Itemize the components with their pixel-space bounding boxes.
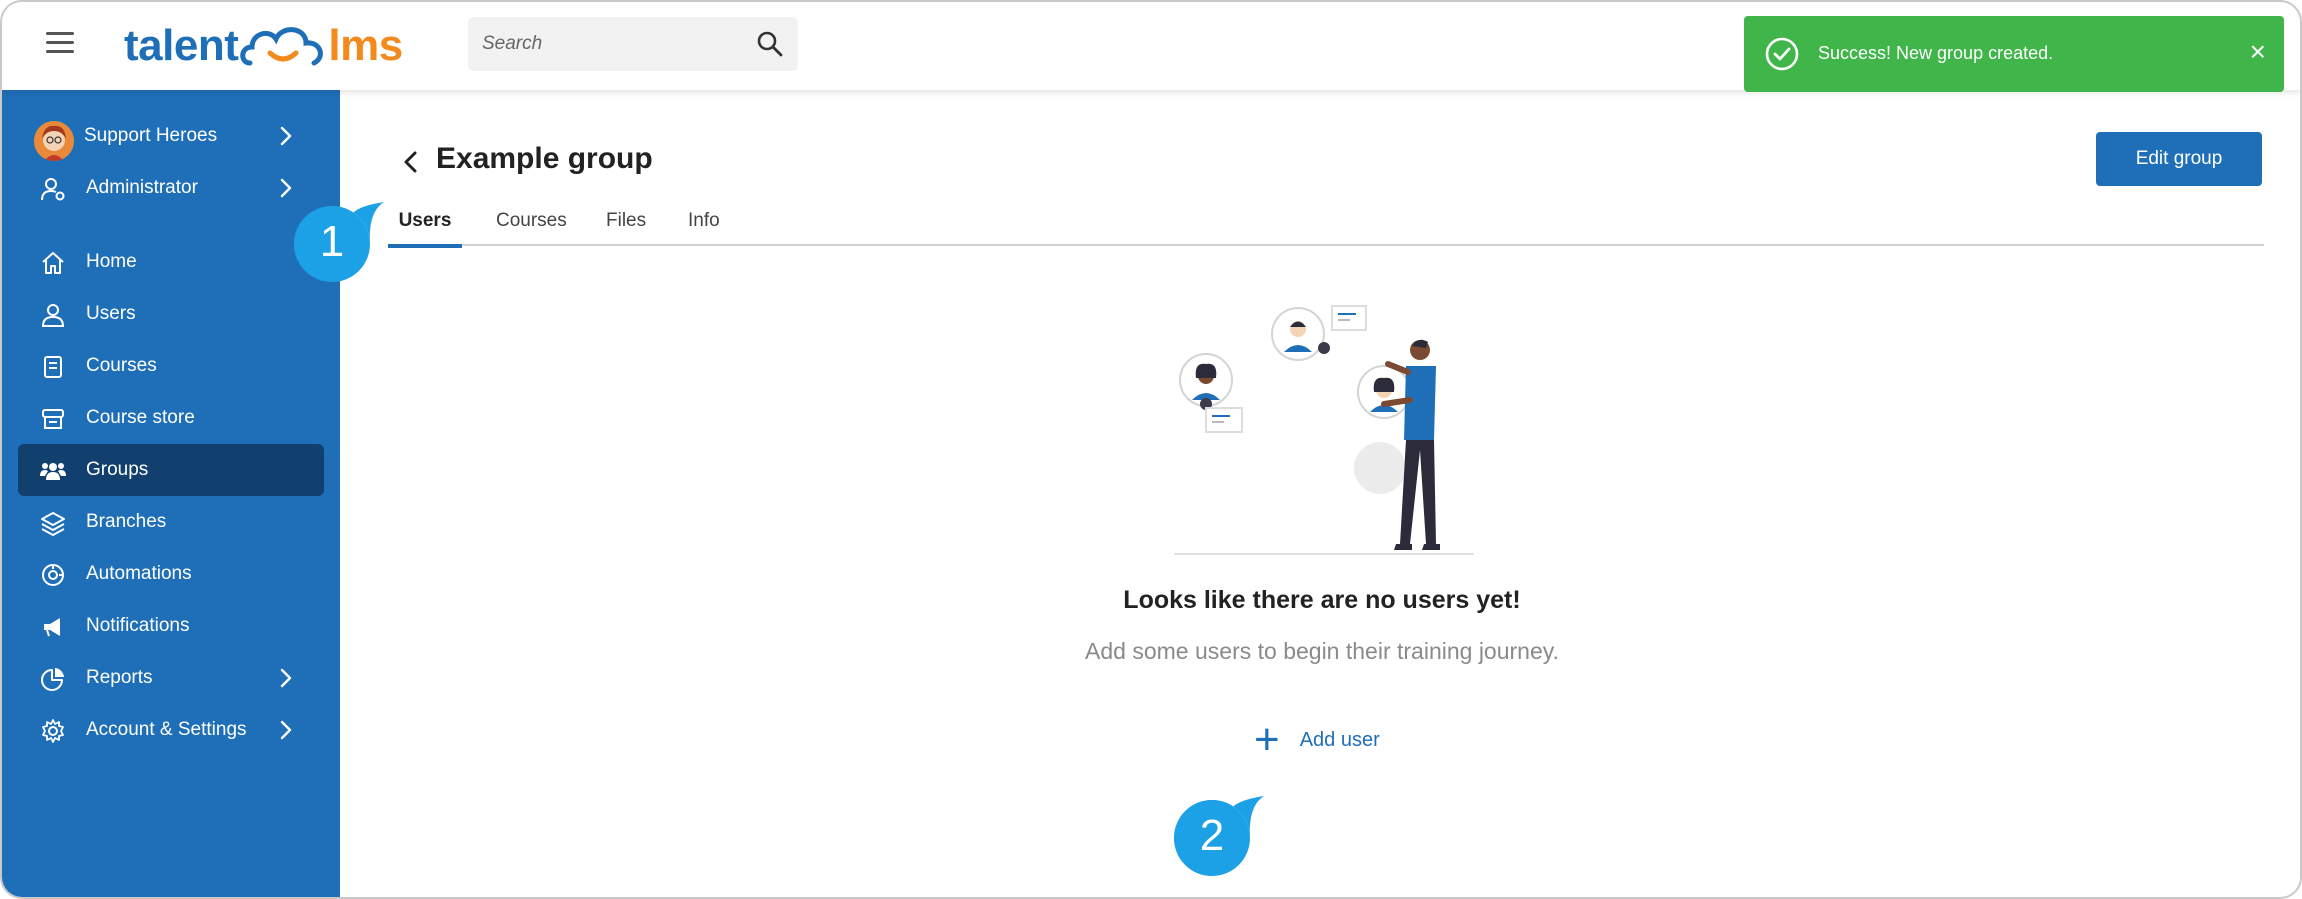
sidebar-item-home[interactable]: Home xyxy=(18,236,324,288)
search-icon[interactable] xyxy=(756,30,784,58)
cloud-smile-icon xyxy=(240,27,324,66)
toast-close-icon[interactable]: × xyxy=(2250,38,2266,66)
sidebar-item-label: Course store xyxy=(86,407,195,428)
sidebar-item-label: Notifications xyxy=(86,615,190,636)
hamburger-menu-icon[interactable] xyxy=(46,32,74,56)
sidebar-role-administrator[interactable]: Administrator xyxy=(18,162,324,214)
megaphone-icon xyxy=(44,618,60,637)
chevron-right-icon xyxy=(280,720,292,740)
edit-group-button[interactable]: Edit group xyxy=(2096,132,2262,186)
add-user-button[interactable]: + Add user xyxy=(1254,715,1380,764)
sidebar-item-groups[interactable]: Groups xyxy=(18,444,324,496)
check-circle-icon xyxy=(1765,37,1799,71)
sidebar-item-label: Account & Settings xyxy=(86,719,247,740)
tab-files[interactable]: Files xyxy=(606,200,646,246)
sidebar-item-label: Courses xyxy=(86,355,157,376)
empty-state-title: Looks like there are no users yet! xyxy=(1123,586,1521,614)
search-box xyxy=(468,17,798,71)
user-icon xyxy=(41,304,65,327)
book-icon xyxy=(44,356,62,378)
back-arrow-icon[interactable] xyxy=(400,148,422,176)
groups-icon xyxy=(40,463,66,480)
sidebar-item-label: Home xyxy=(86,251,137,272)
pie-chart-icon xyxy=(41,668,64,691)
success-toast: Success! New group created. × xyxy=(1744,16,2284,92)
callout-number: 1 xyxy=(319,217,345,266)
sidebar-item-label: Groups xyxy=(86,459,149,480)
sidebar-profile[interactable]: Support Heroes xyxy=(18,110,324,162)
chevron-right-icon xyxy=(280,178,292,198)
search-input[interactable] xyxy=(482,29,742,59)
step-callout-2: 2 xyxy=(1172,796,1272,891)
sidebar-item-users[interactable]: Users xyxy=(18,288,324,340)
sidebar-item-account-settings[interactable]: Account & Settings xyxy=(18,704,324,756)
add-user-label: Add user xyxy=(1299,728,1380,751)
chevron-right-icon xyxy=(280,126,292,146)
avatar xyxy=(34,121,74,161)
main-content: Example group Edit group Users Courses F… xyxy=(340,90,2300,897)
app-window: talent lms Success! New group created. × xyxy=(0,0,2302,899)
sidebar-item-label: Automations xyxy=(86,563,192,584)
page-title: Example group xyxy=(436,142,653,175)
sidebar-item-automations[interactable]: Automations xyxy=(18,548,324,600)
sidebar-item-notifications[interactable]: Notifications xyxy=(18,600,324,652)
layers-icon xyxy=(41,512,65,536)
user-cog-icon xyxy=(41,178,65,201)
tab-courses[interactable]: Courses xyxy=(496,200,567,246)
gear-icon xyxy=(42,719,64,743)
tab-info[interactable]: Info xyxy=(688,200,720,246)
sidebar-profile-label: Support Heroes xyxy=(84,125,218,146)
sidebar-item-course-store[interactable]: Course store xyxy=(18,392,324,444)
sidebar-item-label: Branches xyxy=(86,511,167,532)
chevron-right-icon xyxy=(280,668,292,688)
sidebar-item-branches[interactable]: Branches xyxy=(18,496,324,548)
group-tabs: Users Courses Files Info xyxy=(388,200,2264,248)
step-callout-1: 1 xyxy=(292,202,392,297)
empty-users-illustration xyxy=(1174,305,1474,555)
sidebar-role-label: Administrator xyxy=(86,177,198,198)
sidebar: Support Heroes Administrator Home Users … xyxy=(2,90,340,897)
talentlms-logo[interactable]: talent lms xyxy=(124,18,403,74)
toast-message: Success! New group created. xyxy=(1818,43,2054,63)
empty-state-subtitle: Add some users to begin their training j… xyxy=(1085,638,1559,664)
callout-number: 2 xyxy=(1199,811,1225,860)
automation-icon xyxy=(42,564,64,586)
sidebar-item-reports[interactable]: Reports xyxy=(18,652,324,704)
sidebar-item-courses[interactable]: Courses xyxy=(18,340,324,392)
home-icon xyxy=(42,252,64,274)
sidebar-item-label: Reports xyxy=(86,667,153,688)
store-icon xyxy=(42,409,64,429)
sidebar-item-label: Users xyxy=(86,303,136,324)
plus-icon: + xyxy=(1254,715,1280,764)
tab-users[interactable]: Users xyxy=(388,200,462,248)
